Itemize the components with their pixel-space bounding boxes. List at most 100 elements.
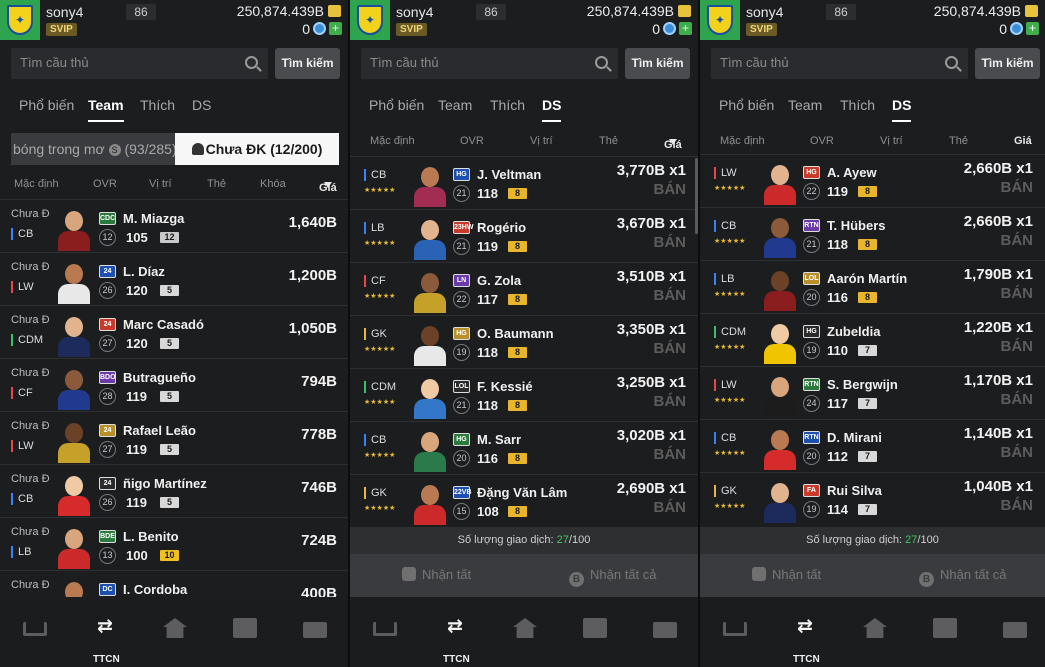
- sell-button[interactable]: BÁN: [654, 499, 687, 516]
- tab-favorite[interactable]: Thích: [140, 97, 175, 122]
- player-row[interactable]: Chưa Đ LB BDE L. Benito 13 100 10 724B: [0, 517, 348, 569]
- sell-button[interactable]: BÁN: [654, 234, 687, 251]
- segment-unregistered[interactable]: Chưa ĐK (12/200): [175, 133, 339, 165]
- search-input[interactable]: Tìm cầu thủ: [361, 48, 618, 79]
- col-card[interactable]: Thẻ: [599, 135, 618, 147]
- sell-button[interactable]: BÁN: [654, 446, 687, 463]
- claim-all-b-button[interactable]: B Nhận tất cả: [569, 567, 657, 587]
- col-default[interactable]: Mặc định: [720, 135, 765, 147]
- player-row[interactable]: GK ★★★★★ 22VB Đặng Văn Lâm 15 108 8 2,690B x1 BÁ…: [350, 474, 698, 525]
- player-row[interactable]: CB ★★★★★ RTN D. Mirani 20 112 7 1,140B x1 BÁN: [700, 419, 1045, 471]
- squad-pitch-tab[interactable]: [233, 618, 257, 642]
- inventory-bag-tab[interactable]: [653, 618, 677, 642]
- inventory-bag-tab[interactable]: [303, 618, 327, 642]
- transfer-arrows-tab[interactable]: ⇄ TTCN: [93, 617, 120, 665]
- tab-ds[interactable]: DS: [192, 97, 211, 122]
- player-row[interactable]: CDM ★★★★★ HG Zubeldia 19 110 7 1,220B x1 BÁN: [700, 313, 1045, 365]
- squad-pitch-tab[interactable]: [933, 618, 957, 642]
- player-row[interactable]: CF ★★★★★ LN G. Zola 22 117 8 3,510B x1 BÁN: [350, 262, 698, 314]
- list-scrollbar[interactable]: [695, 158, 698, 234]
- market-cart-tab[interactable]: [723, 618, 747, 642]
- player-row[interactable]: Chưa ĐCBDCI. Cordoba400B: [0, 570, 348, 597]
- add-cash-button[interactable]: +: [679, 22, 692, 35]
- club-crest-icon[interactable]: ✦: [0, 0, 40, 40]
- club-crest-icon[interactable]: ✦: [350, 0, 390, 40]
- sell-button[interactable]: BÁN: [1001, 338, 1034, 355]
- search-icon[interactable]: [945, 56, 958, 69]
- tab-popular[interactable]: Phổ biến: [719, 97, 774, 122]
- segment-dream-team[interactable]: bóng trong mơ S (93/285): [11, 133, 175, 165]
- player-row[interactable]: Chưa Đ CB CDC M. Miazga 12 105 12 1,640B: [0, 199, 348, 251]
- tab-popular[interactable]: Phổ biến: [369, 97, 424, 122]
- col-position[interactable]: Vị trí: [880, 135, 903, 147]
- col-ovr[interactable]: OVR: [93, 178, 117, 190]
- player-row[interactable]: Chưa Đ CDM 24 Marc Casadó 27 120 5 1,050B: [0, 305, 348, 357]
- svip-badge[interactable]: SVIP: [746, 23, 777, 36]
- sell-button[interactable]: BÁN: [1001, 285, 1034, 302]
- sell-button[interactable]: BÁN: [1001, 232, 1034, 249]
- col-price[interactable]: Giá: [1014, 135, 1032, 147]
- col-ovr[interactable]: OVR: [810, 135, 834, 147]
- tab-popular[interactable]: Phổ biến: [19, 97, 74, 122]
- tab-favorite[interactable]: Thích: [840, 97, 875, 122]
- col-position[interactable]: Vị trí: [149, 178, 172, 190]
- search-icon[interactable]: [245, 56, 258, 69]
- claim-all-button[interactable]: Nhận tất: [752, 567, 821, 582]
- club-crest-icon[interactable]: ✦: [700, 0, 740, 40]
- sell-button[interactable]: BÁN: [1001, 444, 1034, 461]
- sell-button[interactable]: BÁN: [654, 181, 687, 198]
- sell-button[interactable]: BÁN: [1001, 179, 1034, 196]
- svip-badge[interactable]: SVIP: [46, 23, 77, 36]
- add-cash-button[interactable]: +: [1026, 22, 1039, 35]
- add-cash-button[interactable]: +: [329, 22, 342, 35]
- col-position[interactable]: Vị trí: [530, 135, 553, 147]
- transfer-arrows-tab[interactable]: ⇄ TTCN: [793, 617, 820, 665]
- sell-button[interactable]: BÁN: [654, 340, 687, 357]
- player-row[interactable]: LW ★★★★★ RTN S. Bergwijn 24 117 7 1,170B x1 BÁN: [700, 366, 1045, 418]
- market-cart-tab[interactable]: [23, 618, 47, 642]
- col-default[interactable]: Mặc định: [370, 135, 415, 147]
- tab-favorite[interactable]: Thích: [490, 97, 525, 122]
- home-tab[interactable]: [863, 618, 887, 642]
- sell-button[interactable]: BÁN: [1001, 497, 1034, 514]
- inventory-bag-tab[interactable]: [1003, 618, 1027, 642]
- player-row[interactable]: LB ★★★★★ LOL Aarón Martín 20 116 8 1,790B x1 BÁN: [700, 260, 1045, 312]
- tab-team[interactable]: Team: [788, 97, 822, 122]
- claim-all-b-button[interactable]: B Nhận tất cả: [919, 567, 1007, 587]
- col-ovr[interactable]: OVR: [460, 135, 484, 147]
- tab-team[interactable]: Team: [438, 97, 472, 122]
- player-row[interactable]: Chưa Đ CF BDO Butragueño 28 119 5 794B: [0, 358, 348, 410]
- tab-ds[interactable]: DS: [892, 97, 912, 122]
- sell-button[interactable]: BÁN: [654, 393, 687, 410]
- sell-button[interactable]: BÁN: [1001, 391, 1034, 408]
- search-input[interactable]: Tìm cầu thủ: [711, 48, 968, 79]
- search-button[interactable]: Tìm kiếm: [275, 48, 340, 79]
- sell-button[interactable]: BÁN: [654, 287, 687, 304]
- player-row[interactable]: CB ★★★★★ HG J. Veltman 21 118 8 3,770B x1 BÁN: [350, 156, 698, 208]
- player-row[interactable]: Chưa Đ LW 24 Rafael Leão 27 119 5 778B: [0, 411, 348, 463]
- search-button[interactable]: Tìm kiếm: [625, 48, 690, 79]
- home-tab[interactable]: [163, 618, 187, 642]
- col-card[interactable]: Thẻ: [949, 135, 968, 147]
- search-button[interactable]: Tìm kiếm: [975, 48, 1040, 79]
- player-row[interactable]: CB ★★★★★ HG M. Sarr 20 116 8 3,020B x1 BÁN: [350, 421, 698, 473]
- player-row[interactable]: GK ★★★★★ HG O. Baumann 19 118 8 3,350B x1 BÁN: [350, 315, 698, 367]
- player-row[interactable]: CB ★★★★★ RTN T. Hübers 21 118 8 2,660B x1 BÁN: [700, 207, 1045, 259]
- player-row[interactable]: Chưa Đ CB 24 ñigo Martínez 26 119 5 746B: [0, 464, 348, 516]
- col-lock[interactable]: Khóa: [260, 178, 286, 190]
- search-icon[interactable]: [595, 56, 608, 69]
- col-card[interactable]: Thẻ: [207, 178, 226, 190]
- player-row[interactable]: Chưa Đ LW 24 L. Díaz 26 120 5 1,200B: [0, 252, 348, 304]
- market-cart-tab[interactable]: [373, 618, 397, 642]
- player-row[interactable]: LW ★★★★★ HG A. Ayew 22 119 8 2,660B x1 BÁN: [700, 154, 1045, 206]
- tab-team[interactable]: Team: [88, 97, 124, 122]
- search-input[interactable]: Tìm cầu thủ: [11, 48, 268, 79]
- tab-ds[interactable]: DS: [542, 97, 562, 122]
- player-row[interactable]: GK ★★★★★ FA Rui Silva 19 114 7 1,040B x1 BÁN: [700, 472, 1045, 524]
- player-row[interactable]: LB ★★★★★ 23HW Rogério 21 119 8 3,670B x1 BÁN: [350, 209, 698, 261]
- player-row[interactable]: CDM ★★★★★ LOL F. Kessié 21 118 8 3,250B x1 BÁN: [350, 368, 698, 420]
- home-tab[interactable]: [513, 618, 537, 642]
- squad-pitch-tab[interactable]: [583, 618, 607, 642]
- col-default[interactable]: Mặc định: [14, 178, 59, 190]
- svip-badge[interactable]: SVIP: [396, 23, 427, 36]
